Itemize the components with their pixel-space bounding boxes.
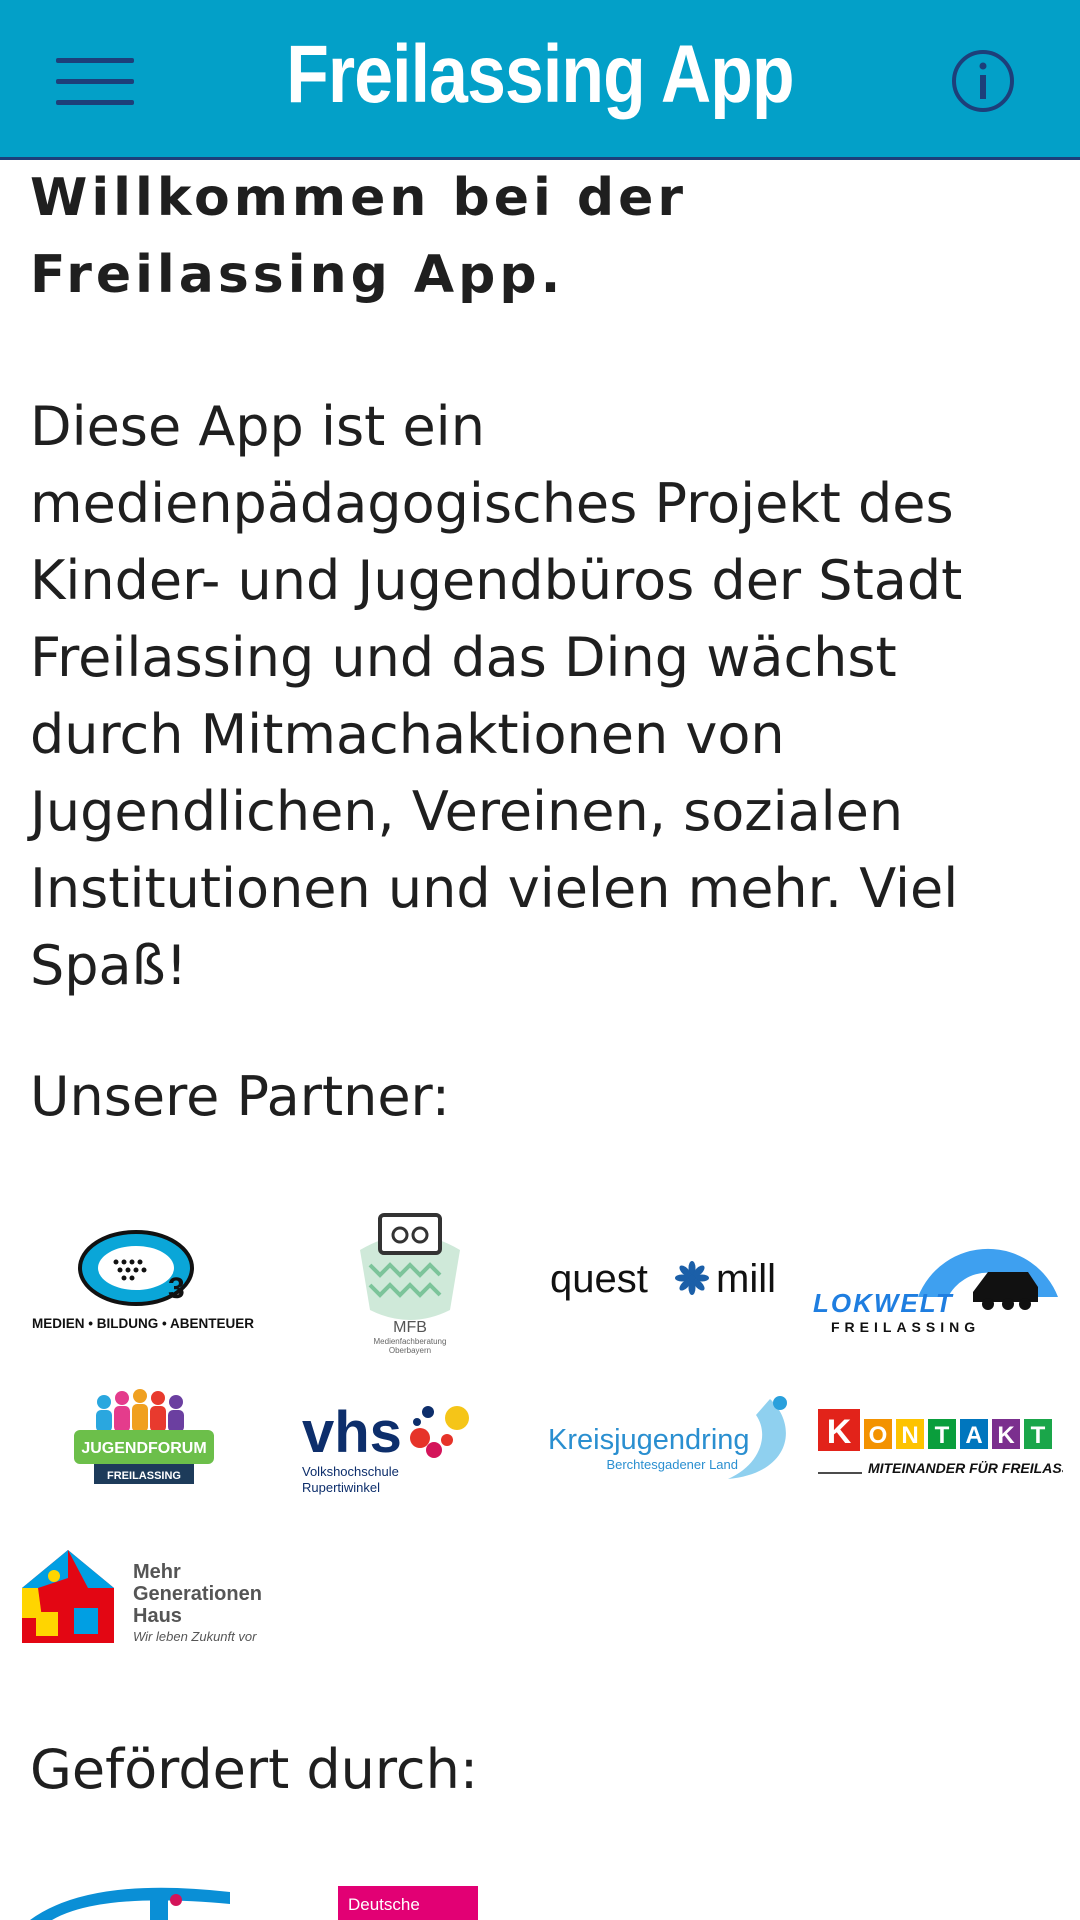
info-icon[interactable] [950,48,1016,114]
svg-text:FREILASSING: FREILASSING [107,1470,181,1482]
svg-text:LOKWELT: LOKWELT [813,1288,954,1318]
lokwelt-logo[interactable]: LOKWELT FREILASSING [813,1222,1063,1340]
app-title: Freilassing App [286,29,794,120]
svg-text:Rupertiwinkel: Rupertiwinkel [302,1480,380,1495]
svg-text:Kreisjugendring: Kreisjugendring [548,1424,750,1456]
svg-text:JUGENDFORUM: JUGENDFORUM [81,1440,206,1457]
svg-text:Mehr: Mehr [133,1561,181,1583]
svg-text:FREILASSING: FREILASSING [831,1319,980,1335]
questmill-logo[interactable]: quest mill [550,1250,795,1310]
svg-text:N: N [901,1422,918,1449]
mfb-logo[interactable]: MFB Medienfachberatung Oberbayern [345,1210,475,1355]
vhs-logo[interactable]: vhs Volkshochschule Rupertiwinkel [302,1400,477,1495]
sponsors-heading: Gefördert durch: [30,1738,479,1801]
svg-text:K: K [997,1422,1015,1449]
svg-text:T: T [935,1422,950,1449]
svg-text:Deutsche: Deutsche [348,1895,420,1914]
svg-text:Berchtesgadener Land: Berchtesgadener Land [606,1457,738,1472]
mehrgenerationenhaus-logo[interactable]: Mehr Generationen Haus Wir leben Zukunft… [18,1548,268,1648]
svg-text:3: 3 [168,1272,185,1305]
svg-text:O: O [869,1422,888,1449]
svg-text:quest: quest [550,1257,648,1301]
svg-text:A: A [965,1422,982,1449]
sponsor-logo-1[interactable] [30,1882,230,1920]
main-content: Willkommen bei der Freilassing App. Dies… [30,160,1040,1801]
svg-text:T: T [1031,1422,1046,1449]
svg-text:MITEINANDER FÜR FREILASSING: MITEINANDER FÜR FREILASSING [868,1460,1063,1476]
svg-text:Wir leben Zukunft vor: Wir leben Zukunft vor [133,1629,257,1644]
deutsche-telekom-logo[interactable]: Deutsche [338,1886,478,1920]
q3-tagline: MEDIEN • BILDUNG • ABENTEUER [32,1316,254,1331]
svg-text:vhs: vhs [302,1400,402,1465]
svg-text:Volkshochschule: Volkshochschule [302,1464,399,1479]
q3-logo[interactable]: 3 MEDIEN • BILDUNG • ABENTEUER [18,1228,268,1338]
app-bar: Freilassing App [0,0,1080,160]
kreisjugendring-logo[interactable]: Kreisjugendring Berchtesgadener Land [548,1395,798,1485]
svg-text:Haus: Haus [133,1605,182,1627]
svg-text:Medienfachberatung: Medienfachberatung [374,1337,447,1346]
kontakt-logo[interactable]: K O N T A K T MITEINANDER FÜR FREILASSIN… [818,1405,1063,1480]
description-text: Diese App ist ein medienpädagogisches Pr… [30,395,963,997]
svg-text:Oberbayern: Oberbayern [389,1346,431,1355]
partners-heading: Unsere Partner: [30,1065,451,1128]
welcome-heading: Willkommen bei der Freilassing App. [30,168,688,305]
svg-text:Generationen: Generationen [133,1583,262,1605]
jugendforum-logo[interactable]: JUGENDFORUM FREILASSING [72,1388,217,1488]
svg-text:mill: mill [716,1257,776,1301]
svg-text:K: K [827,1413,852,1451]
svg-text:MFB: MFB [393,1319,427,1336]
